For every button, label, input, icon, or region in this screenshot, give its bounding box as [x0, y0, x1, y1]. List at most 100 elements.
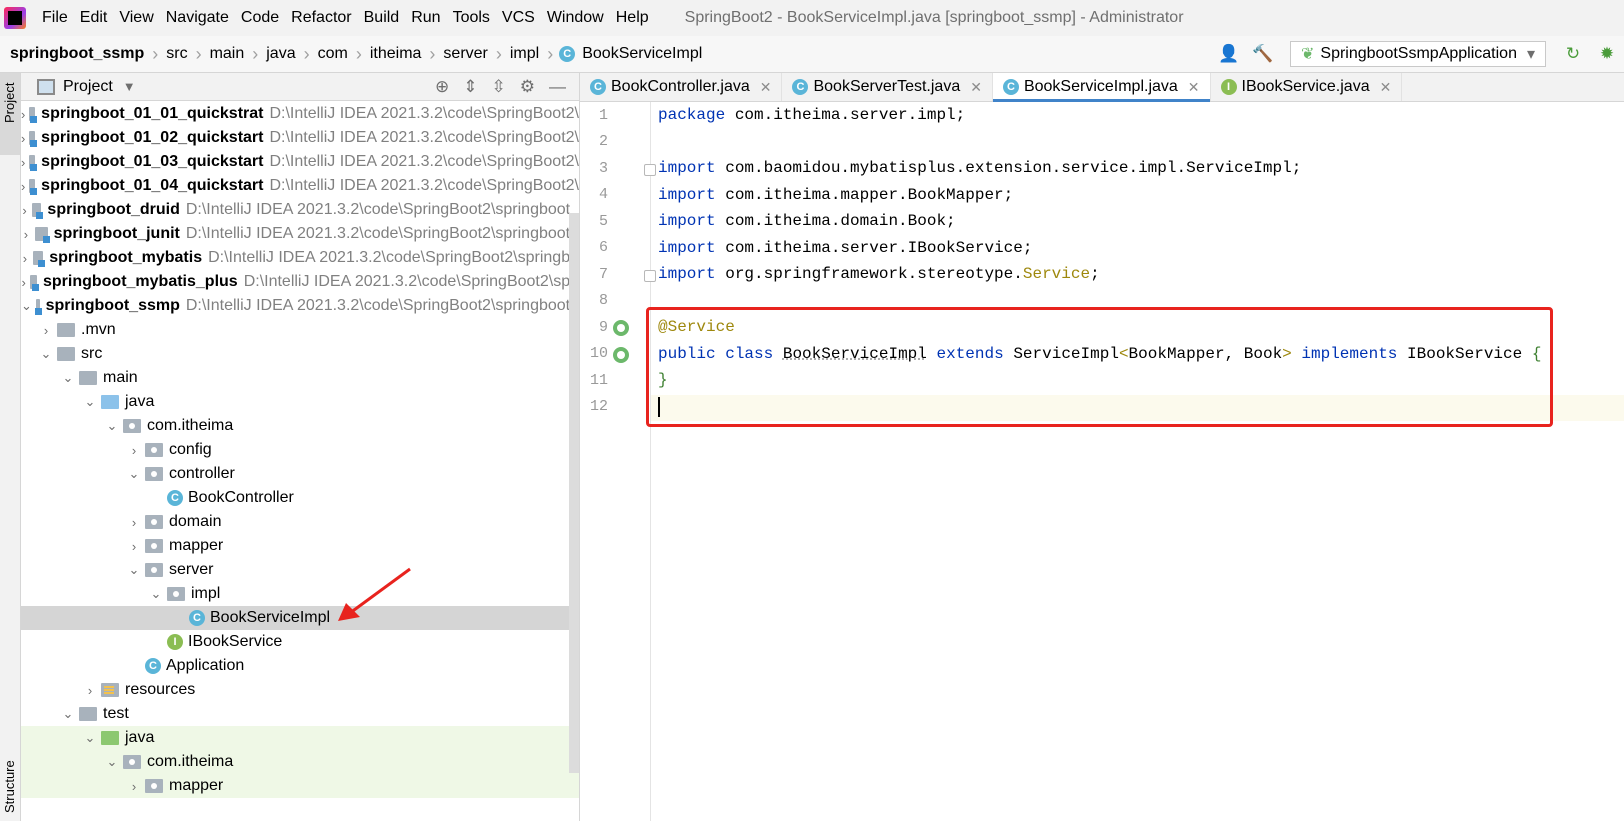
- breadcrumb-item[interactable]: server: [441, 45, 489, 63]
- tree-item-package[interactable]: ⌄ server: [21, 558, 579, 582]
- close-icon[interactable]: ✕: [1380, 79, 1392, 96]
- tree-item-interface[interactable]: I IBookService: [21, 630, 579, 654]
- tree-item-package[interactable]: › config: [21, 438, 579, 462]
- rerun-icon[interactable]: ↻: [1562, 43, 1584, 65]
- tree-item-module[interactable]: › springboot_01_03_quickstart D:\IntelliJ…: [21, 150, 579, 174]
- run-configuration-select[interactable]: ❦ SpringbootSsmpApplication ▾: [1290, 41, 1546, 67]
- tab-bookserviceimpl[interactable]: C BookServiceImpl.java ✕: [992, 73, 1211, 102]
- chevron-down-icon[interactable]: ⌄: [21, 298, 32, 314]
- close-icon[interactable]: ✕: [760, 79, 772, 96]
- menu-help[interactable]: Help: [616, 9, 649, 27]
- tree-item-module[interactable]: › springboot_druid D:\IntelliJ IDEA 2021.…: [21, 198, 579, 222]
- menu-window[interactable]: Window: [547, 9, 604, 27]
- tree-item-package[interactable]: › mapper: [21, 774, 579, 798]
- chevron-right-icon[interactable]: ›: [21, 179, 25, 194]
- locate-icon[interactable]: ⊕: [435, 77, 449, 97]
- chevron-right-icon[interactable]: ›: [127, 539, 141, 554]
- chevron-right-icon[interactable]: ›: [83, 683, 97, 698]
- tree-item-module[interactable]: › springboot_mybatis_plus D:\IntelliJ IDE…: [21, 270, 579, 294]
- chevron-down-icon[interactable]: ⌄: [39, 346, 53, 362]
- breadcrumb-item[interactable]: springboot_ssmp: [8, 45, 146, 63]
- tree-item-package[interactable]: ⌄ com.itheima: [21, 414, 579, 438]
- chevron-right-icon[interactable]: ›: [21, 107, 25, 122]
- breadcrumb-item[interactable]: src: [164, 45, 189, 63]
- project-panel-title[interactable]: Project: [63, 78, 113, 96]
- debug-bug-icon[interactable]: ✹: [1596, 43, 1618, 65]
- tree-item-package[interactable]: ⌄ impl: [21, 582, 579, 606]
- hide-icon[interactable]: —: [549, 77, 566, 97]
- menu-view[interactable]: View: [119, 9, 153, 27]
- breadcrumb-item[interactable]: com: [316, 45, 350, 63]
- breadcrumb-item[interactable]: main: [208, 45, 247, 63]
- menu-build[interactable]: Build: [364, 9, 400, 27]
- chevron-down-icon[interactable]: ⌄: [83, 394, 97, 410]
- menu-run[interactable]: Run: [411, 9, 440, 27]
- chevron-down-icon[interactable]: ⌄: [127, 562, 141, 578]
- spring-bean-gutter-icon[interactable]: [613, 320, 629, 336]
- menu-tools[interactable]: Tools: [453, 9, 490, 27]
- tree-item-package[interactable]: ⌄ controller: [21, 462, 579, 486]
- chevron-right-icon[interactable]: ›: [21, 251, 29, 266]
- chevron-down-icon[interactable]: ⌄: [105, 418, 119, 434]
- expand-all-icon[interactable]: ⇕: [463, 77, 477, 97]
- chevron-right-icon[interactable]: ›: [21, 203, 28, 218]
- tree-item-module[interactable]: › springboot_mybatis D:\IntelliJ IDEA 202…: [21, 246, 579, 270]
- structure-tool-tab[interactable]: Structure: [0, 733, 20, 821]
- project-scrollbar[interactable]: [569, 213, 579, 773]
- gear-icon[interactable]: ⚙: [520, 77, 535, 97]
- chevron-right-icon[interactable]: ›: [39, 323, 53, 338]
- chevron-down-icon[interactable]: ⌄: [127, 466, 141, 482]
- tree-item-source-root[interactable]: ⌄ java: [21, 390, 579, 414]
- breadcrumb-item[interactable]: java: [264, 45, 297, 63]
- breadcrumb-item[interactable]: BookServiceImpl: [580, 45, 704, 63]
- tree-item-folder[interactable]: › .mvn: [21, 318, 579, 342]
- menu-code[interactable]: Code: [241, 9, 279, 27]
- close-icon[interactable]: ✕: [970, 79, 982, 96]
- tree-item-package[interactable]: › domain: [21, 510, 579, 534]
- chevron-down-icon[interactable]: ⌄: [61, 370, 75, 386]
- tab-bookservertest[interactable]: C BookServerTest.java ✕: [782, 73, 993, 101]
- chevron-right-icon[interactable]: ›: [127, 779, 141, 794]
- tree-item-class[interactable]: C BookController: [21, 486, 579, 510]
- tree-item-module[interactable]: › springboot_junit D:\IntelliJ IDEA 2021.…: [21, 222, 579, 246]
- chevron-right-icon[interactable]: ›: [127, 515, 141, 530]
- tree-item-folder[interactable]: ⌄ src: [21, 342, 579, 366]
- chevron-right-icon[interactable]: ›: [21, 155, 25, 170]
- chevron-down-icon[interactable]: ▼: [123, 79, 136, 94]
- fold-marker-icon[interactable]: [644, 164, 656, 176]
- chevron-down-icon[interactable]: ⌄: [83, 730, 97, 746]
- menu-navigate[interactable]: Navigate: [166, 9, 229, 27]
- chevron-right-icon[interactable]: ›: [21, 227, 31, 242]
- tree-item-class-selected[interactable]: C BookServiceImpl: [21, 606, 579, 630]
- user-icon[interactable]: 👤: [1218, 43, 1240, 65]
- spring-bean-implements-gutter-icon[interactable]: [613, 347, 629, 363]
- build-hammer-icon[interactable]: 🔨: [1252, 43, 1274, 65]
- tree-item-module[interactable]: › springboot_01_04_quickstart D:\IntelliJ…: [21, 174, 579, 198]
- chevron-down-icon[interactable]: ⌄: [61, 706, 75, 722]
- tree-item-package[interactable]: › mapper: [21, 534, 579, 558]
- tab-bookcontroller[interactable]: C BookController.java ✕: [580, 73, 783, 101]
- chevron-down-icon[interactable]: ⌄: [105, 754, 119, 770]
- chevron-right-icon[interactable]: ›: [127, 443, 141, 458]
- chevron-down-icon[interactable]: ⌄: [149, 586, 163, 602]
- tree-item-resource-root[interactable]: › resources: [21, 678, 579, 702]
- menu-refactor[interactable]: Refactor: [291, 9, 351, 27]
- tree-item-module[interactable]: › springboot_01_02_quickstart D:\IntelliJ…: [21, 126, 579, 150]
- tree-item-module[interactable]: › springboot_01_01_quickstrat D:\IntelliJ…: [21, 102, 579, 126]
- tab-ibookservice[interactable]: I IBookService.java ✕: [1211, 73, 1403, 101]
- collapse-all-icon[interactable]: ⇳: [492, 77, 506, 97]
- menu-file[interactable]: File: [42, 9, 68, 27]
- chevron-right-icon[interactable]: ›: [21, 275, 26, 290]
- close-icon[interactable]: ✕: [1188, 79, 1200, 96]
- menu-edit[interactable]: Edit: [80, 9, 108, 27]
- breadcrumb-item[interactable]: itheima: [368, 45, 424, 63]
- fold-marker-icon[interactable]: [644, 270, 656, 282]
- chevron-right-icon[interactable]: ›: [21, 131, 25, 146]
- tree-item-package[interactable]: ⌄ com.itheima: [21, 750, 579, 774]
- tree-item-folder[interactable]: ⌄ test: [21, 702, 579, 726]
- tree-item-class[interactable]: C Application: [21, 654, 579, 678]
- tree-item-folder[interactable]: ⌄ main: [21, 366, 579, 390]
- project-tool-tab[interactable]: Project: [0, 73, 20, 155]
- tree-item-test-root[interactable]: ⌄ java: [21, 726, 579, 750]
- menu-vcs[interactable]: VCS: [502, 9, 535, 27]
